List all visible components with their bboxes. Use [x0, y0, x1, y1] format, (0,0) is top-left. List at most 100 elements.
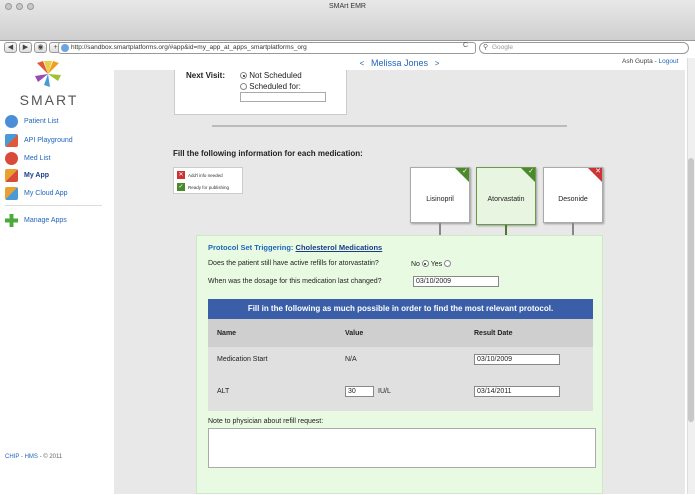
- sidebar-item-api-playground[interactable]: API Playground: [5, 134, 73, 147]
- window-titlebar: SMArt EMR: [0, 0, 695, 41]
- history-button[interactable]: ◉: [34, 42, 47, 53]
- sidebar-item-manage-apps[interactable]: Manage Apps: [5, 214, 67, 227]
- next-patient-button[interactable]: >: [435, 59, 440, 68]
- blocks-icon: [5, 134, 18, 147]
- pill-icon: [5, 152, 18, 165]
- status-legend: ✕ Add'l info needed ✓ Ready for publishi…: [173, 167, 243, 194]
- url-text: http://sandbox.smartplatforms.org/#app&i…: [71, 44, 307, 51]
- x-icon: ✕: [595, 168, 601, 175]
- no-label: No: [411, 261, 420, 268]
- plus-icon: [5, 214, 18, 227]
- prev-patient-button[interactable]: <: [360, 59, 365, 68]
- reload-button[interactable]: C: [463, 42, 468, 49]
- user-name: Ash Gupta: [622, 58, 653, 65]
- row-name: ALT: [217, 388, 230, 395]
- med-name: Desonide: [558, 196, 588, 203]
- sidebar-item-label: Med List: [24, 155, 51, 162]
- smart-logo: SMART: [15, 60, 83, 110]
- x-icon: ✕: [177, 171, 185, 179]
- col-name: Name: [217, 330, 237, 337]
- protocol-title-prefix: Protocol Set Triggering:: [208, 243, 294, 252]
- radio-yes[interactable]: [444, 260, 452, 267]
- med-card-lisinopril[interactable]: ✓ Lisinopril: [410, 167, 470, 223]
- next-visit-option-not-scheduled[interactable]: Not Scheduled: [240, 71, 302, 80]
- globe-icon: [61, 44, 69, 52]
- forward-button[interactable]: ▶: [19, 42, 32, 53]
- dosage-question: When was the dosage for this medication …: [208, 278, 382, 285]
- check-icon: ✓: [177, 183, 185, 191]
- smart-logo-icon: [35, 61, 61, 87]
- dosage-date-input[interactable]: 03/10/2009: [413, 276, 499, 287]
- protocol-title: Protocol Set Triggering: Cholesterol Med…: [208, 243, 382, 252]
- user-info: Ash Gupta - Logout: [622, 58, 678, 65]
- protocol-link[interactable]: Cholesterol Medications: [296, 243, 383, 252]
- sidebar-item-my-app[interactable]: My App: [5, 169, 49, 182]
- chip-link[interactable]: CHIP: [5, 454, 19, 460]
- sidebar-item-my-cloud-app[interactable]: My Cloud App: [5, 187, 68, 200]
- check-icon: ✓: [462, 168, 468, 175]
- sidebar-item-label: My App: [24, 172, 50, 179]
- alt-date-input[interactable]: 03/14/2011: [474, 386, 560, 397]
- browser-nav: ◀ ▶ ◉ +: [4, 42, 62, 53]
- sidebar: SMART Patient List API Playground Med Li…: [0, 58, 112, 494]
- refills-question: Does the patient still have active refil…: [208, 260, 379, 267]
- med-card-desonide[interactable]: ✕ Desonide: [543, 167, 603, 223]
- note-label: Note to physician about refill request:: [208, 418, 324, 425]
- app-content: Next Visit: Not Scheduled Scheduled for:…: [114, 70, 685, 494]
- connector-line: [505, 225, 507, 235]
- option-label: Not Scheduled: [249, 71, 302, 80]
- yes-label: Yes: [430, 261, 443, 268]
- connector-line: [439, 223, 441, 235]
- refills-answer: No Yes: [411, 260, 452, 268]
- protocol-inner: Protocol Set Triggering: Cholesterol Med…: [208, 236, 596, 495]
- window-title: SMArt EMR: [329, 3, 366, 10]
- alt-value-input[interactable]: 30: [345, 386, 374, 397]
- scheduled-date-input[interactable]: [240, 92, 326, 102]
- radio-not-scheduled[interactable]: [240, 72, 247, 79]
- row-name: Medication Start: [217, 356, 268, 363]
- legend-ready-label: Ready for publishing: [188, 184, 230, 190]
- patient-bar: < Melissa Jones >: [112, 58, 687, 69]
- legend-needed-label: Add'l info needed: [188, 172, 223, 178]
- magnifier-icon: [5, 115, 18, 128]
- main-area: < Melissa Jones > Ash Gupta - Logout Nex…: [112, 58, 687, 494]
- med-name: Atorvastatin: [487, 196, 525, 203]
- sidebar-footer: CHIP - HMS - © 2011: [5, 454, 62, 460]
- section-divider: [212, 125, 567, 127]
- scrollbar-thumb[interactable]: [688, 158, 694, 422]
- medication-start-date-input[interactable]: 03/10/2009: [474, 354, 560, 365]
- col-result-date: Result Date: [474, 330, 513, 337]
- med-card-atorvastatin[interactable]: ✓ Atorvastatin: [476, 167, 536, 225]
- logo-text: SMART: [19, 92, 79, 108]
- option-label: Scheduled for:: [249, 82, 301, 91]
- search-input[interactable]: Google: [479, 42, 689, 54]
- footer-copyright: - © 2011: [37, 454, 63, 460]
- sidebar-item-patient-list[interactable]: Patient List: [5, 115, 59, 128]
- back-button[interactable]: ◀: [4, 42, 17, 53]
- search-icon: ⚲: [483, 44, 489, 51]
- note-textarea[interactable]: [208, 428, 596, 468]
- url-bar[interactable]: http://sandbox.smartplatforms.org/#app&i…: [58, 42, 476, 54]
- legend-ready: ✓ Ready for publishing: [177, 183, 229, 191]
- row-value: N/A: [345, 356, 357, 363]
- next-visit-label: Next Visit:: [186, 71, 225, 80]
- check-icon: ✓: [528, 168, 534, 175]
- sidebar-item-med-list[interactable]: Med List: [5, 152, 50, 165]
- protocol-panel: Protocol Set Triggering: Cholesterol Med…: [196, 235, 603, 494]
- logout-link[interactable]: Logout: [659, 58, 679, 65]
- next-visit-option-scheduled[interactable]: Scheduled for:: [240, 82, 301, 91]
- cloud-app-icon: [5, 187, 18, 200]
- lab-table: Fill in the following as much possible i…: [208, 299, 593, 411]
- table-columns: Name Value Result Date: [208, 319, 593, 347]
- radio-scheduled[interactable]: [240, 83, 247, 90]
- sidebar-item-label: My Cloud App: [24, 190, 68, 197]
- radio-no[interactable]: [421, 260, 429, 267]
- hms-link[interactable]: HMS: [25, 454, 38, 460]
- table-header: Fill in the following as much possible i…: [208, 299, 593, 319]
- connector-line: [572, 223, 574, 235]
- sidebar-item-label: API Playground: [24, 137, 73, 144]
- col-value: Value: [345, 330, 364, 337]
- legend-needed: ✕ Add'l info needed: [177, 171, 223, 179]
- alt-unit: IU/L: [378, 388, 391, 395]
- sidebar-divider: [5, 205, 102, 206]
